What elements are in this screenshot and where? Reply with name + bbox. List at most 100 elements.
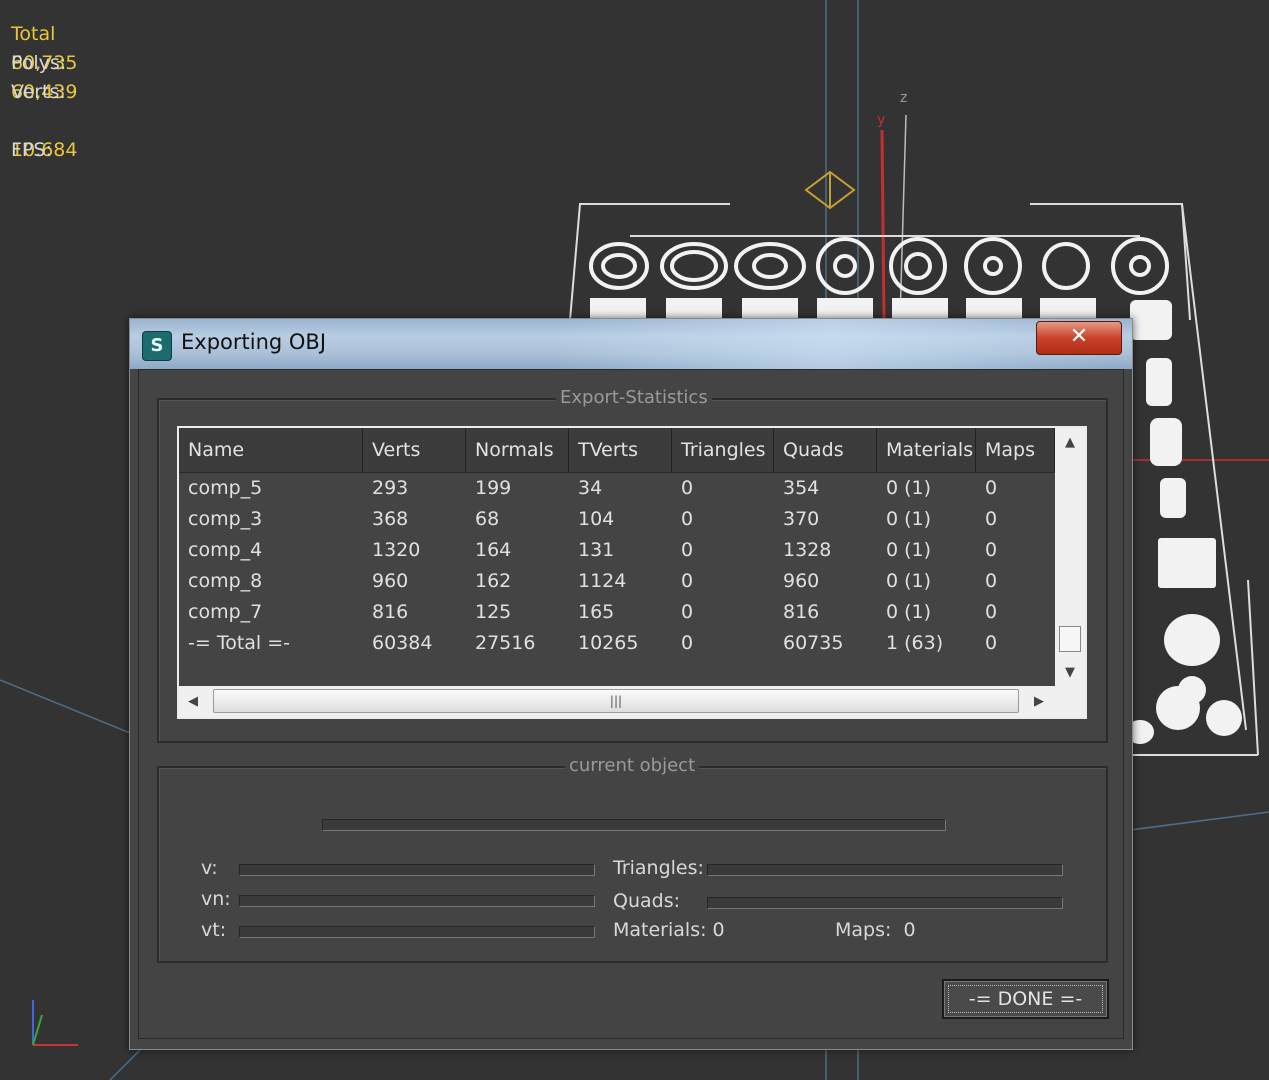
- dialog-titlebar[interactable]: S Exporting OBJ ✕: [130, 319, 1132, 369]
- overall-progress-bar: [322, 819, 946, 831]
- cell-tverts: 104: [578, 508, 615, 530]
- scroll-right-arrow-icon[interactable]: ▶: [1025, 686, 1053, 717]
- col-header-materials[interactable]: Materials: [877, 428, 976, 472]
- cell-maps: 0: [985, 601, 998, 623]
- table-row-total[interactable]: -= Total =- 60384 27516 10265 0 60735 1 …: [179, 628, 1055, 659]
- cell-name: comp_7: [188, 601, 263, 623]
- cell-verts: 960: [372, 570, 409, 592]
- scroll-left-arrow-icon[interactable]: ◀: [179, 686, 207, 717]
- cell-normals: 125: [475, 601, 512, 623]
- cell-materials: 0 (1): [886, 601, 932, 623]
- cell-maps: 0: [985, 570, 998, 592]
- fps-label: FPS:: [11, 139, 52, 161]
- table-header: Name Verts Normals TVerts Triangles Quad…: [179, 428, 1055, 473]
- vn-label: vn:: [201, 888, 231, 910]
- cell-tverts: 131: [578, 539, 615, 561]
- cell-quads: 60735: [783, 632, 844, 654]
- cell-quads: 354: [783, 477, 820, 499]
- materials-label: Materials: 0: [613, 919, 725, 941]
- cell-maps: 0: [985, 539, 998, 561]
- cell-normals: 162: [475, 570, 512, 592]
- cell-materials: 0 (1): [886, 508, 932, 530]
- done-button[interactable]: -= DONE =-: [942, 979, 1109, 1019]
- horizontal-scroll-thumb[interactable]: |||: [213, 689, 1019, 713]
- gizmo-y-label: y: [877, 112, 886, 128]
- done-button-label: -= DONE =-: [968, 988, 1083, 1010]
- col-header-triangles[interactable]: Triangles: [672, 428, 774, 472]
- close-button[interactable]: ✕: [1036, 321, 1122, 355]
- vt-progress-bar: [239, 926, 595, 938]
- quads-progress-bar: [707, 897, 1063, 909]
- horizontal-scrollbar[interactable]: ◀ ||| ▶: [179, 686, 1085, 717]
- cell-quads: 1328: [783, 539, 832, 561]
- table-row[interactable]: comp_7 816 125 165 0 816 0 (1) 0: [179, 597, 1055, 628]
- cell-verts: 293: [372, 477, 409, 499]
- cell-quads: 370: [783, 508, 820, 530]
- scroll-down-arrow-icon[interactable]: ▼: [1055, 662, 1085, 684]
- v-label: v:: [201, 857, 218, 879]
- app-logo-icon: S: [142, 331, 172, 361]
- current-object-label: current object: [565, 755, 700, 776]
- table-row[interactable]: comp_4 1320 164 131 0 1328 0 (1) 0: [179, 535, 1055, 566]
- cell-triangles: 0: [681, 508, 694, 530]
- cell-materials: 1 (63): [886, 632, 944, 654]
- triangles-progress-bar: [707, 864, 1063, 876]
- cell-name: comp_8: [188, 570, 263, 592]
- cell-name: comp_4: [188, 539, 263, 561]
- cell-maps: 0: [985, 477, 998, 499]
- cell-materials: 0 (1): [886, 477, 932, 499]
- polys-label: Polys:: [11, 52, 67, 74]
- cell-verts: 368: [372, 508, 409, 530]
- statistics-table[interactable]: Name Verts Normals TVerts Triangles Quad…: [177, 426, 1087, 719]
- col-header-verts[interactable]: Verts: [363, 428, 466, 472]
- cell-tverts: 34: [578, 477, 603, 499]
- quads-label: Quads:: [613, 890, 681, 912]
- cell-name: comp_5: [188, 477, 263, 499]
- cell-tverts: 10265: [578, 632, 639, 654]
- cell-verts: 60384: [372, 632, 433, 654]
- cell-name: -= Total =-: [188, 632, 291, 654]
- maps-label: Maps: 0: [835, 919, 916, 941]
- cell-normals: 164: [475, 539, 512, 561]
- cell-materials: 0 (1): [886, 570, 932, 592]
- vertical-scroll-thumb[interactable]: [1059, 626, 1081, 652]
- gizmo-z-label: z: [900, 90, 908, 106]
- cell-maps: 0: [985, 632, 998, 654]
- col-header-maps[interactable]: Maps: [976, 428, 1055, 472]
- triangles-label: Triangles:: [613, 857, 704, 879]
- cell-quads: 816: [783, 601, 820, 623]
- stats-total-header: Total: [11, 23, 56, 45]
- dialog-title: Exporting OBJ: [181, 330, 327, 354]
- scroll-up-arrow-icon[interactable]: ▲: [1055, 432, 1085, 454]
- cell-normals: 68: [475, 508, 500, 530]
- table-row[interactable]: comp_3 368 68 104 0 370 0 (1) 0: [179, 504, 1055, 535]
- col-header-quads[interactable]: Quads: [774, 428, 877, 472]
- table-row[interactable]: comp_5 293 199 34 0 354 0 (1) 0: [179, 473, 1055, 504]
- cell-triangles: 0: [681, 570, 694, 592]
- cell-maps: 0: [985, 508, 998, 530]
- cell-tverts: 1124: [578, 570, 627, 592]
- cell-normals: 27516: [475, 632, 536, 654]
- table-row[interactable]: comp_8 960 162 1124 0 960 0 (1) 0: [179, 566, 1055, 597]
- col-header-normals[interactable]: Normals: [466, 428, 569, 472]
- cell-triangles: 0: [681, 477, 694, 499]
- viewport-statistics: Total Polys: 60,735 Verts: 60,439 FPS: 10.6…: [11, 20, 101, 165]
- vn-progress-bar: [239, 895, 595, 907]
- cell-verts: 816: [372, 601, 409, 623]
- cell-triangles: 0: [681, 539, 694, 561]
- cell-tverts: 165: [578, 601, 615, 623]
- cell-materials: 0 (1): [886, 539, 932, 561]
- cell-triangles: 0: [681, 632, 694, 654]
- cell-name: comp_3: [188, 508, 263, 530]
- vt-label: vt:: [201, 919, 227, 941]
- col-header-tverts[interactable]: TVerts: [569, 428, 672, 472]
- cell-normals: 199: [475, 477, 512, 499]
- vertical-scrollbar[interactable]: ▲ ▼: [1055, 428, 1085, 686]
- close-x-icon: ✕: [1069, 324, 1089, 349]
- col-header-name[interactable]: Name: [179, 428, 363, 472]
- cell-triangles: 0: [681, 601, 694, 623]
- export-statistics-label: Export-Statistics: [556, 387, 712, 408]
- cell-quads: 960: [783, 570, 820, 592]
- v-progress-bar: [239, 864, 595, 876]
- cell-verts: 1320: [372, 539, 421, 561]
